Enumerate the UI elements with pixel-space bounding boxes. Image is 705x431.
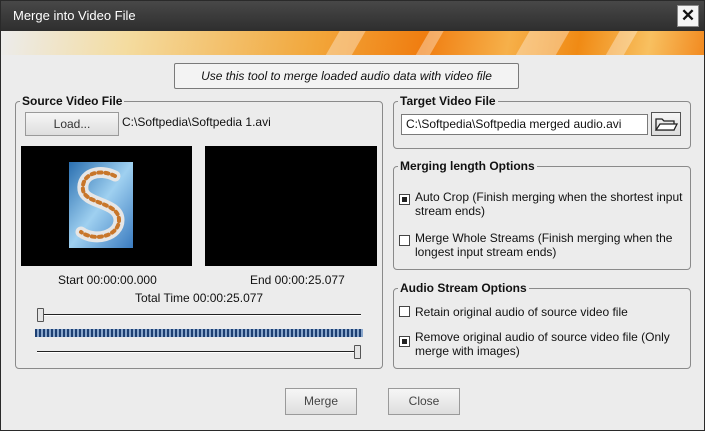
source-path: C:\Softpedia\Softpedia 1.avi (122, 115, 271, 129)
window-title: Merge into Video File (13, 8, 136, 23)
target-path-field[interactable]: C:\Softpedia\Softpedia merged audio.avi (401, 114, 648, 135)
instruction-hint: Use this tool to merge loaded audio data… (174, 63, 519, 89)
close-window-button[interactable]: ✕ (677, 5, 699, 27)
folder-open-icon (654, 118, 679, 131)
load-button-label: Load... (53, 117, 91, 131)
merge-button[interactable]: Merge (285, 388, 357, 415)
softpedia-s-logo (69, 162, 133, 248)
browse-button[interactable] (651, 112, 681, 136)
merge-whole-checkbox[interactable] (399, 235, 410, 246)
remove-audio-label: Remove original audio of source video fi… (415, 330, 670, 358)
audio-group-title: Audio Stream Options (398, 281, 529, 295)
retain-audio-label: Retain original audio of source video fi… (415, 305, 628, 319)
decorative-banner (1, 31, 704, 55)
merge-dialog: Merge into Video File ✕ Use this tool to… (0, 0, 705, 431)
merge-whole-label: Merge Whole Streams (Finish merging when… (415, 231, 673, 259)
start-frame-preview (21, 146, 192, 266)
end-slider-track[interactable] (37, 351, 361, 353)
end-slider-thumb[interactable] (354, 345, 361, 359)
start-slider-track[interactable] (37, 314, 361, 316)
close-button-label: Close (408, 394, 440, 408)
audio-waveform (35, 329, 363, 337)
merge-button-label: Merge (303, 394, 338, 408)
merging-group-title: Merging length Options (398, 159, 537, 173)
auto-crop-checkbox[interactable] (399, 194, 410, 205)
source-group-title: Source Video File (20, 94, 125, 108)
start-time: Start 00:00:00.000 (58, 273, 157, 287)
load-button[interactable]: Load... (25, 112, 119, 136)
start-slider-thumb[interactable] (37, 308, 44, 322)
target-group-title: Target Video File (398, 94, 498, 108)
title-bar: Merge into Video File (1, 1, 704, 31)
retain-audio-checkbox[interactable] (399, 306, 410, 317)
total-time: Total Time 00:00:25.077 (135, 291, 264, 305)
remove-audio-checkbox[interactable] (399, 336, 410, 347)
end-time: End 00:00:25.077 (250, 273, 345, 287)
close-icon: ✕ (680, 6, 696, 25)
close-button[interactable]: Close (388, 388, 460, 415)
end-frame-preview (205, 146, 377, 266)
auto-crop-label: Auto Crop (Finish merging when the short… (415, 190, 683, 218)
